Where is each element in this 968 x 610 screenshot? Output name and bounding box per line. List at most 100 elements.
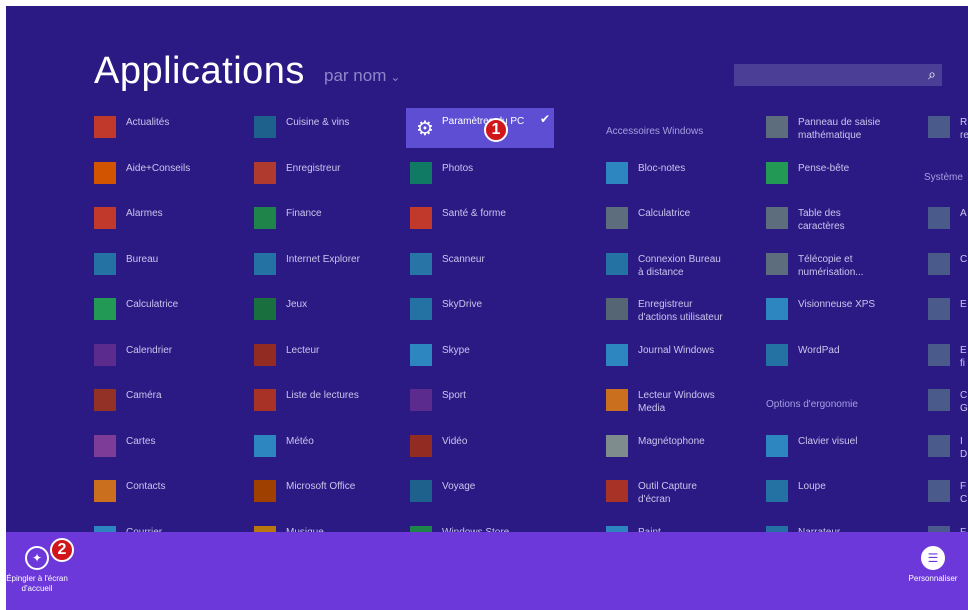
app-tile[interactable]: C	[928, 249, 967, 283]
keyboard-icon	[766, 434, 788, 457]
app-tile[interactable]: Actualités	[94, 112, 169, 146]
app-tile[interactable]: Skype	[410, 340, 470, 374]
app-tile[interactable]: Jeux	[254, 294, 307, 328]
app-label: Connexion Bureau à distance	[638, 253, 721, 278]
app-tile[interactable]: Visionneuse XPS	[766, 294, 875, 328]
app-tile[interactable]: Vidéo	[410, 431, 467, 465]
calendar-icon	[94, 343, 116, 366]
step-badge-1: 1	[484, 118, 508, 142]
app-tile[interactable]: Aide+Conseils	[94, 158, 190, 192]
app-tile[interactable]: Lecteur Windows Media	[606, 385, 715, 419]
skype-icon	[410, 343, 432, 366]
app-label: Sport	[442, 390, 466, 401]
notepad-icon	[606, 161, 628, 184]
app-tile[interactable]: Alarmes	[94, 203, 163, 237]
app-tile[interactable]: F C	[928, 476, 967, 510]
app-tile[interactable]: Outil Capture d'écran	[606, 476, 697, 510]
media-player-icon	[606, 389, 628, 411]
app-tile[interactable]: Cartes	[94, 431, 155, 465]
app-tile[interactable]: Calculatrice	[94, 294, 178, 328]
app-tile[interactable]: Voyage	[410, 476, 475, 510]
app-label: Aide+Conseils	[126, 162, 191, 174]
xps-viewer-icon	[766, 298, 788, 320]
reader-icon	[254, 343, 276, 366]
app-label: Journal Windows	[638, 344, 715, 356]
app-tile[interactable]: Microsoft Office	[254, 476, 355, 510]
app-tile[interactable]: SkyDrive	[410, 294, 482, 328]
app-tile[interactable]: Lecteur	[254, 340, 319, 374]
app-tile[interactable]: Calendrier	[94, 340, 172, 374]
pin-to-start-label: Épingler à l'écran d'accueil	[6, 574, 68, 593]
app-label: Enregistreur	[286, 162, 341, 174]
app-tile[interactable]: Caméra	[94, 385, 162, 419]
group-header: Options d'ergonomie	[766, 399, 858, 410]
news-icon	[94, 116, 116, 138]
app-tile[interactable]: Météo	[254, 431, 314, 465]
app-label: Table des caractères	[798, 208, 845, 232]
app-label: E	[960, 299, 967, 310]
selected-app-tile[interactable]: ⚙ Paramètres du PC ✔	[406, 108, 554, 148]
search-icon[interactable]: ⌕	[928, 66, 936, 83]
app-label: Liste de lectures	[286, 390, 359, 401]
app-tile[interactable]: Journal Windows	[606, 340, 714, 374]
app-tile[interactable]: Scanneur	[410, 249, 485, 283]
chevron-down-icon: ⌄	[390, 70, 401, 84]
app-tile[interactable]: I D	[928, 431, 967, 465]
app-tile[interactable]: Enregistreur d'actions utilisateur	[606, 294, 723, 328]
reading-list-icon	[254, 389, 276, 411]
app-tile[interactable]: R re	[928, 112, 968, 146]
microphone-icon	[254, 161, 276, 184]
app-tile[interactable]: Calculatrice	[606, 203, 690, 237]
app-tile[interactable]: Télécopie et numérisation...	[766, 249, 864, 283]
app-tile[interactable]: Table des caractères	[766, 203, 845, 237]
app-label: Bloc-notes	[638, 162, 686, 174]
partial-icon	[928, 480, 950, 502]
app-label: Alarmes	[126, 208, 163, 219]
partial-icon	[928, 434, 950, 457]
app-tile[interactable]: Enregistreur	[254, 158, 340, 192]
scanner-icon	[410, 252, 432, 275]
magnifier-icon	[766, 480, 788, 502]
app-tile[interactable]: Internet Explorer	[254, 249, 360, 283]
app-tile[interactable]: Panneau de saisie mathématique	[766, 112, 880, 146]
sound-recorder-icon	[606, 434, 628, 457]
app-label: Visionneuse XPS	[798, 299, 876, 310]
app-tile[interactable]: Santé & forme	[410, 203, 506, 237]
help-icon	[928, 207, 950, 229]
app-tile[interactable]: Photos	[410, 158, 473, 192]
app-tile[interactable]: E	[928, 294, 967, 328]
app-tile[interactable]: Contacts	[94, 476, 165, 510]
app-label: Lecteur	[286, 344, 320, 356]
app-label: Bureau	[126, 253, 159, 265]
app-tile[interactable]: Clavier visuel	[766, 431, 857, 465]
app-tile[interactable]: Finance	[254, 203, 322, 237]
app-tile[interactable]: Sport	[410, 385, 466, 419]
app-tile[interactable]: Bloc-notes	[606, 158, 685, 192]
sport-icon	[410, 389, 432, 411]
group-header: Accessoires Windows	[606, 126, 704, 137]
app-tile[interactable]: E fi	[928, 340, 967, 374]
app-tile[interactable]: Pense-bête	[766, 158, 849, 192]
sort-dropdown[interactable]: par nom ⌄	[324, 66, 400, 86]
app-label: WordPad	[798, 344, 840, 356]
app-tile[interactable]: Cuisine & vins	[254, 112, 349, 146]
app-tile[interactable]: Connexion Bureau à distance	[606, 249, 721, 283]
app-tile[interactable]: Loupe	[766, 476, 826, 510]
app-label: Télécopie et numérisation...	[798, 253, 864, 278]
app-label: Outil Capture d'écran	[638, 481, 697, 505]
app-tile[interactable]: WordPad	[766, 340, 840, 374]
weather-icon	[254, 434, 276, 457]
app-tile[interactable]: Magnétophone	[606, 431, 705, 465]
partial-icon	[928, 116, 950, 138]
app-tile[interactable]: A	[928, 203, 967, 237]
app-tile[interactable]: Liste de lectures	[254, 385, 359, 419]
app-tile[interactable]: Bureau	[94, 249, 158, 283]
check-icon: ✔	[539, 112, 550, 126]
steps-recorder-icon	[606, 298, 628, 320]
app-label: Calendrier	[126, 344, 173, 356]
search-input[interactable]: ⌕	[734, 64, 942, 86]
app-label: Photos	[442, 162, 474, 174]
app-tile[interactable]: C G	[928, 385, 968, 419]
health-icon	[410, 207, 432, 229]
customize-button[interactable]: ☰ Personnaliser	[902, 546, 964, 584]
